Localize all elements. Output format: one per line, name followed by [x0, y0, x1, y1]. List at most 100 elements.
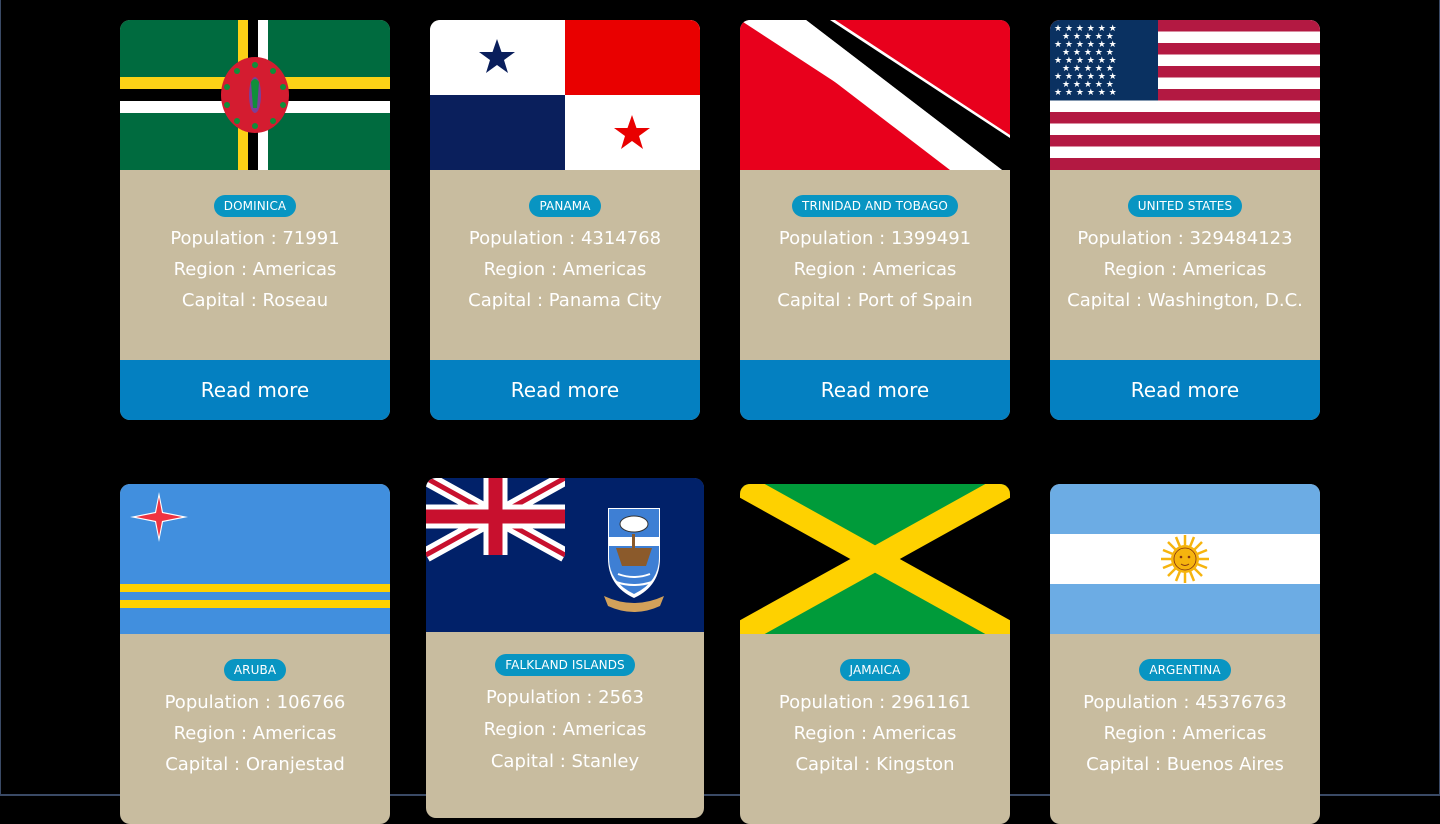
population-label: Population :: [778, 228, 891, 249]
population-label: Population :: [778, 692, 891, 713]
capital-value: Oranjestad: [245, 754, 345, 775]
population-label: Population :: [1077, 228, 1190, 249]
capital-text: Capital : Panama City: [430, 285, 700, 316]
region-label: Region :: [483, 259, 563, 280]
region-label: Region :: [1103, 259, 1183, 280]
region-label: Region :: [173, 259, 253, 280]
population-text: Population : 45376763: [1050, 687, 1320, 718]
dominica-flag[interactable]: [120, 20, 390, 170]
population-text: Population : 2961161: [740, 687, 1010, 718]
capital-text: Capital : Roseau: [120, 285, 390, 316]
svg-text:★ ★ ★ ★ ★ ★: ★ ★ ★ ★ ★ ★: [1054, 88, 1117, 98]
capital-label: Capital :: [795, 754, 877, 775]
population-text: Population : 2563: [426, 682, 704, 714]
read-more-button[interactable]: Read more: [430, 360, 700, 420]
region-text: Region : Americas: [1050, 718, 1320, 749]
capital-value: Washington, D.C.: [1147, 290, 1303, 311]
population-value: 45376763: [1195, 692, 1287, 713]
population-value: 106766: [276, 692, 346, 713]
region-text: Region : Americas: [426, 714, 704, 746]
capital-text: Capital : Buenos Aires: [1050, 749, 1320, 780]
capital-value: Kingston: [876, 754, 955, 775]
united-states-flag[interactable]: ★ ★ ★ ★ ★ ★ ★ ★ ★ ★ ★ ★ ★ ★ ★ ★ ★ ★ ★ ★ …: [1050, 20, 1320, 170]
capital-label: Capital :: [468, 290, 549, 311]
country-card: FALKLAND ISLANDS Population : 2563 Regio…: [426, 478, 704, 818]
region-value: Americas: [872, 723, 957, 744]
panama-flag[interactable]: [430, 20, 700, 170]
region-label: Region :: [1103, 723, 1183, 744]
population-value: 71991: [282, 228, 340, 249]
population-label: Population :: [1083, 692, 1196, 713]
read-more-button[interactable]: Read more: [740, 360, 1010, 420]
population-value: 4314768: [580, 228, 662, 249]
country-name-badge: UNITED STATES: [1127, 195, 1243, 217]
country-card: TRINIDAD AND TOBAGO Population : 1399491…: [740, 20, 1010, 420]
region-value: Americas: [872, 259, 957, 280]
country-name-badge: DOMINICA: [213, 195, 297, 217]
country-card: DOMINICA Population : 71991 Region : Ame…: [120, 20, 390, 420]
region-value: Americas: [562, 259, 647, 280]
country-name-badge: JAMAICA: [839, 659, 911, 681]
falkland-islands-flag[interactable]: [426, 478, 704, 632]
capital-value: Stanley: [571, 751, 640, 772]
population-value: 2563: [598, 687, 644, 708]
capital-value: Panama City: [548, 290, 662, 311]
region-text: Region : Americas: [1050, 254, 1320, 285]
aruba-flag[interactable]: [120, 484, 390, 634]
population-text: Population : 4314768: [430, 223, 700, 254]
country-name-badge: TRINIDAD AND TOBAGO: [792, 195, 958, 217]
region-label: Region :: [483, 719, 563, 740]
capital-label: Capital :: [490, 751, 572, 772]
population-value: 1399491: [890, 228, 972, 249]
capital-value: Roseau: [262, 290, 329, 311]
capital-label: Capital :: [165, 754, 246, 775]
population-text: Population : 1399491: [740, 223, 1010, 254]
region-text: Region : Americas: [740, 254, 1010, 285]
region-value: Americas: [252, 259, 337, 280]
region-text: Region : Americas: [740, 718, 1010, 749]
population-text: Population : 106766: [120, 687, 390, 718]
country-name-badge: ARUBA: [223, 659, 287, 681]
country-card: ★ ★ ★ ★ ★ ★ ★ ★ ★ ★ ★ ★ ★ ★ ★ ★ ★ ★ ★ ★ …: [1050, 20, 1320, 420]
country-name-badge: ARGENTINA: [1139, 659, 1231, 681]
region-value: Americas: [252, 723, 337, 744]
region-label: Region :: [793, 723, 873, 744]
read-more-button[interactable]: Read more: [120, 360, 390, 420]
region-value: Americas: [1182, 723, 1267, 744]
country-card: ARGENTINA Population : 45376763 Region :…: [1050, 484, 1320, 824]
population-text: Population : 71991: [120, 223, 390, 254]
region-text: Region : Americas: [120, 254, 390, 285]
population-label: Population :: [486, 687, 599, 708]
population-label: Population :: [170, 228, 283, 249]
country-card: ARUBA Population : 106766 Region : Ameri…: [120, 484, 390, 824]
trinidad-and-tobago-flag[interactable]: [740, 20, 1010, 170]
population-text: Population : 329484123: [1050, 223, 1320, 254]
capital-text: Capital : Oranjestad: [120, 749, 390, 780]
capital-label: Capital :: [1086, 754, 1167, 775]
region-value: Americas: [1182, 259, 1267, 280]
region-text: Region : Americas: [430, 254, 700, 285]
region-label: Region :: [173, 723, 253, 744]
country-card: JAMAICA Population : 2961161 Region : Am…: [740, 484, 1010, 824]
country-card: PANAMA Population : 4314768 Region : Ame…: [430, 20, 700, 420]
capital-text: Capital : Washington, D.C.: [1050, 285, 1320, 316]
capital-text: Capital : Port of Spain: [740, 285, 1010, 316]
capital-label: Capital :: [181, 290, 263, 311]
region-label: Region :: [793, 259, 873, 280]
capital-text: Capital : Stanley: [426, 746, 704, 778]
jamaica-flag[interactable]: [740, 484, 1010, 634]
population-value: 2961161: [890, 692, 972, 713]
country-name-badge: PANAMA: [529, 195, 601, 217]
population-value: 329484123: [1189, 228, 1293, 249]
capital-value: Port of Spain: [857, 290, 973, 311]
region-value: Americas: [562, 719, 647, 740]
capital-text: Capital : Kingston: [740, 749, 1010, 780]
population-label: Population :: [164, 692, 277, 713]
capital-value: Buenos Aires: [1166, 754, 1284, 775]
argentina-flag[interactable]: [1050, 484, 1320, 634]
population-label: Population :: [468, 228, 581, 249]
read-more-button[interactable]: Read more: [1050, 360, 1320, 420]
capital-label: Capital :: [1067, 290, 1148, 311]
region-text: Region : Americas: [120, 718, 390, 749]
country-name-badge: FALKLAND ISLANDS: [495, 654, 635, 676]
